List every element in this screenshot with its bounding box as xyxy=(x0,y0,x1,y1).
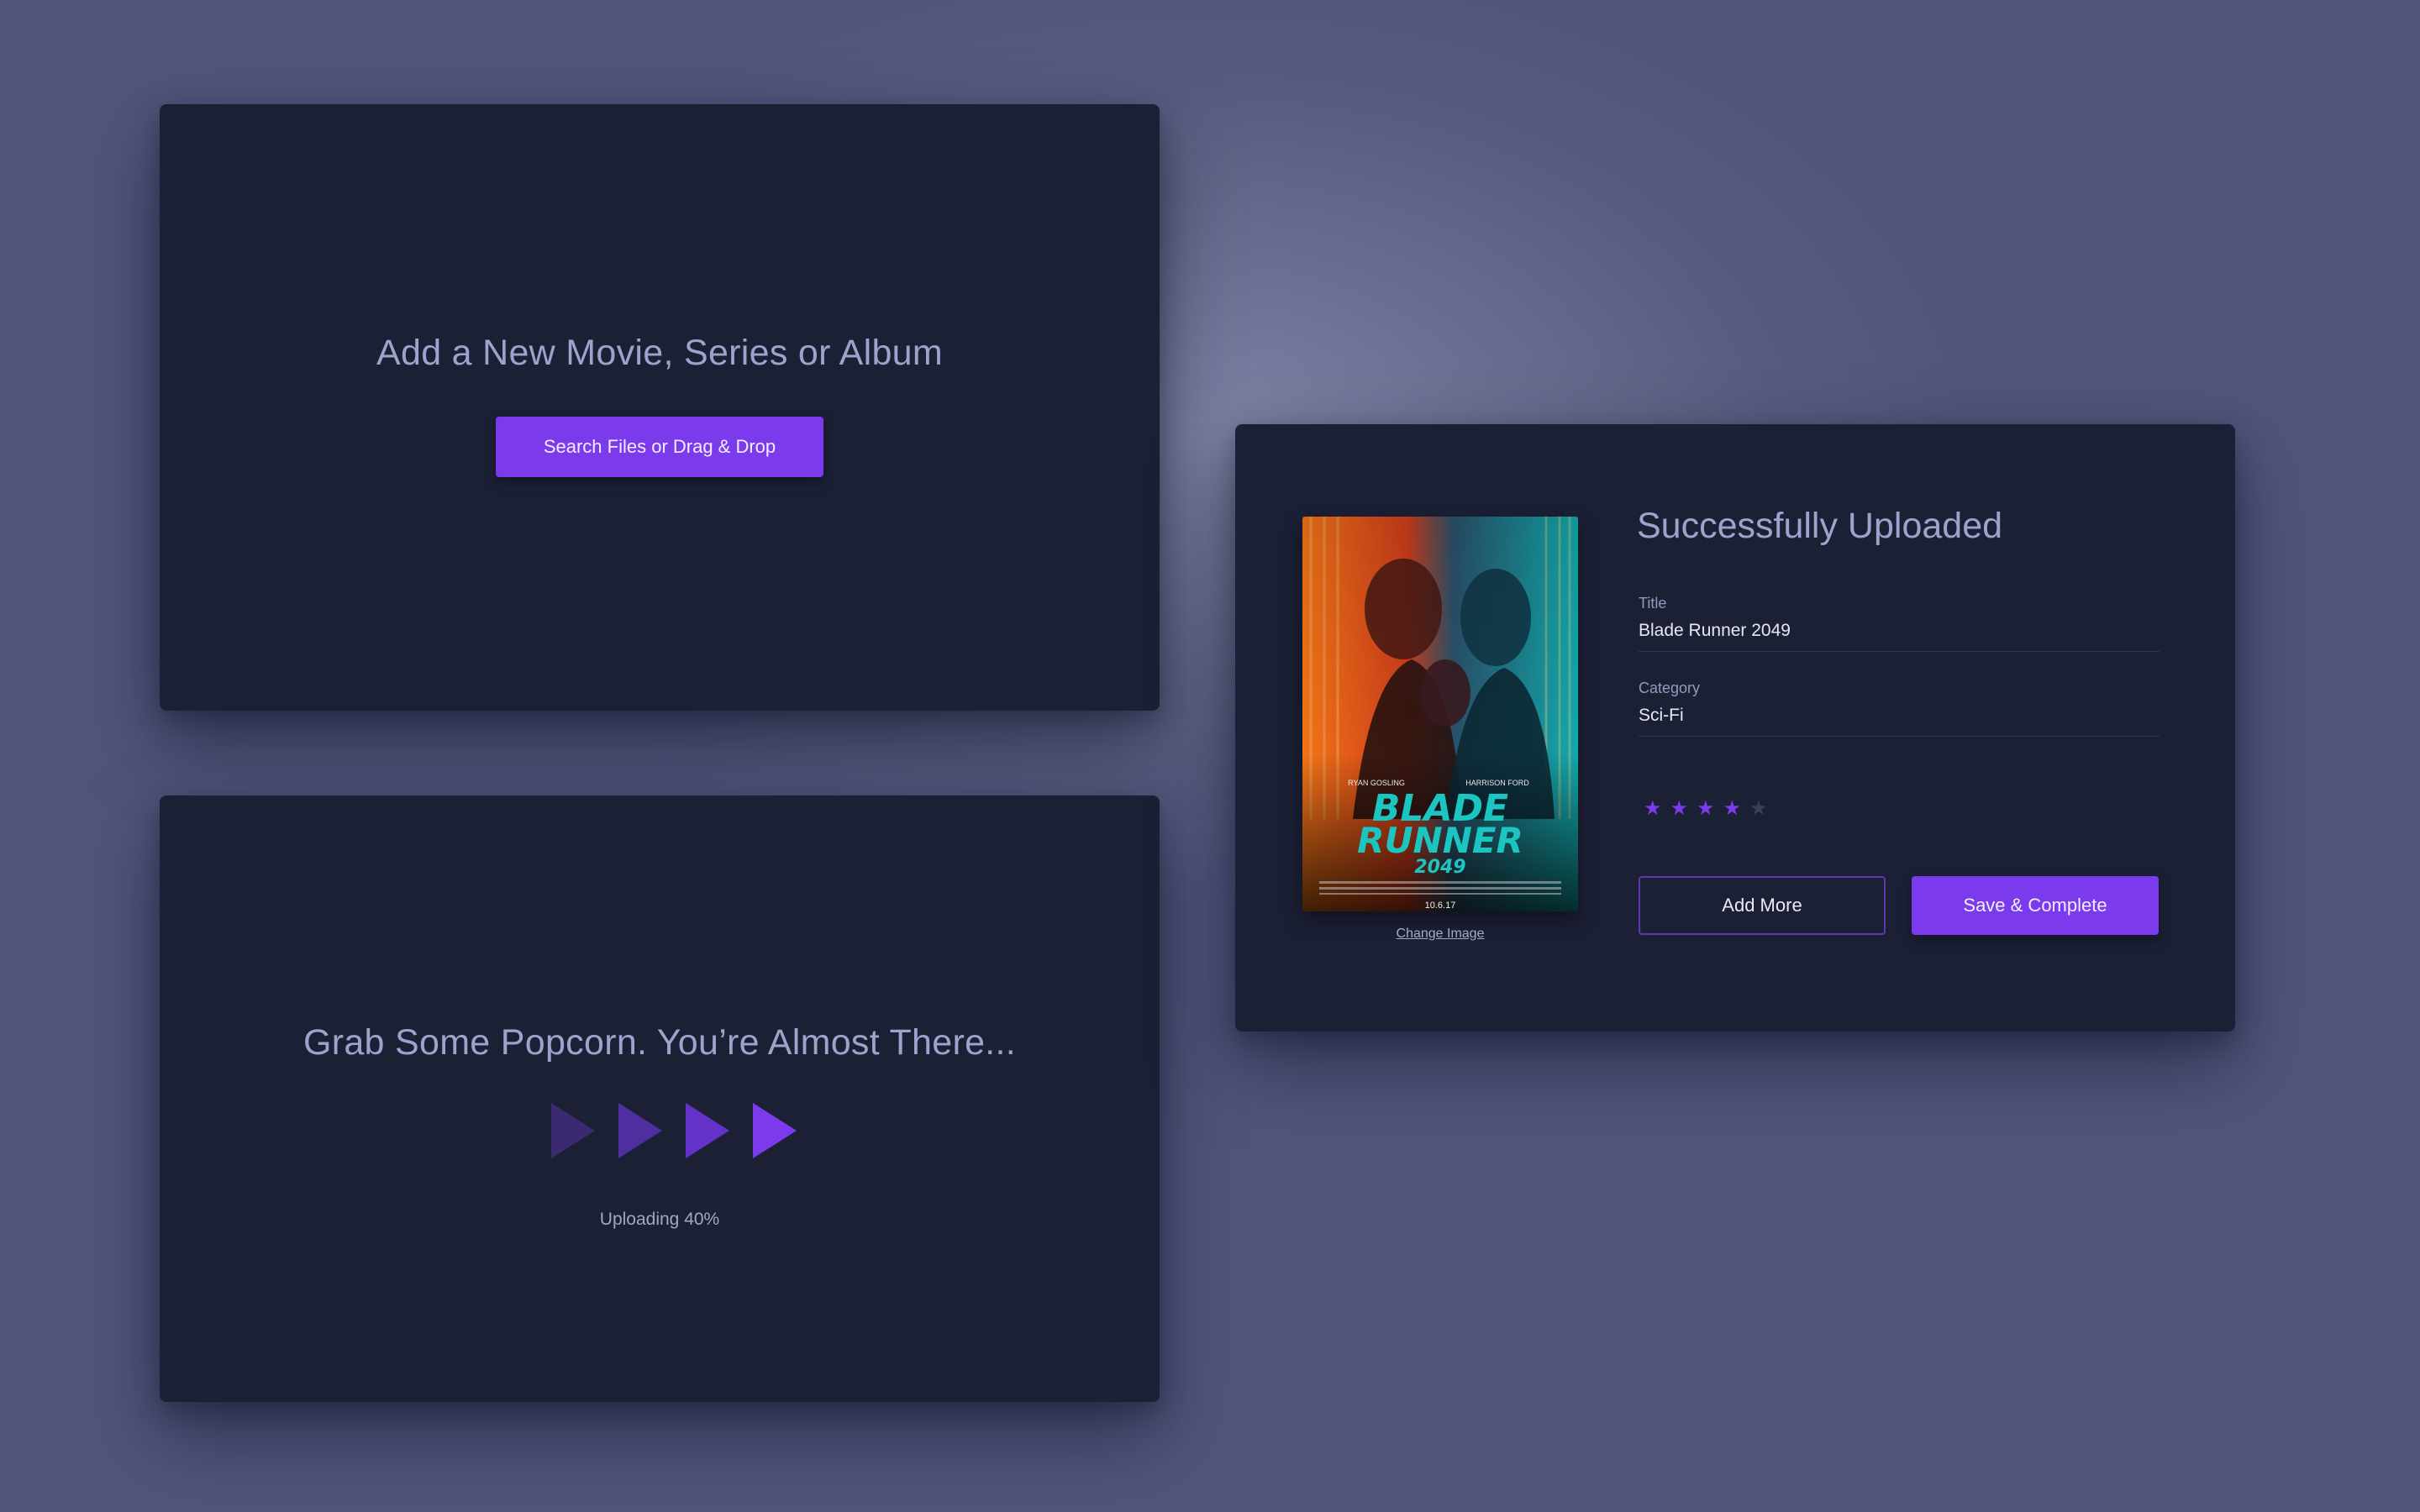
poster-title-3: 2049 xyxy=(1414,857,1465,878)
progress-indicator xyxy=(550,1101,802,1160)
star-icon[interactable]: ★ xyxy=(1697,799,1715,819)
poster-release-date: 10.6.17 xyxy=(1425,900,1456,911)
category-field[interactable]: Category Sci-Fi xyxy=(1639,680,2160,737)
star-icon[interactable]: ★ xyxy=(1749,799,1768,819)
movie-poster: RYAN GOSLING HARRISON FORD BLADE RUNNER … xyxy=(1302,517,1578,911)
title-label: Title xyxy=(1639,595,1667,612)
title-field[interactable]: Title Blade Runner 2049 xyxy=(1639,595,2160,652)
search-files-button[interactable]: Search Files or Drag & Drop xyxy=(496,417,823,477)
poster-credit-right: HARRISON FORD xyxy=(1465,779,1529,787)
progress-card: Grab Some Popcorn. You’re Almost There..… xyxy=(160,795,1160,1402)
poster-credit-left: RYAN GOSLING xyxy=(1348,779,1405,787)
progress-heading: Grab Some Popcorn. You’re Almost There..… xyxy=(302,1022,1017,1063)
star-icon[interactable]: ★ xyxy=(1723,799,1742,819)
title-value[interactable]: Blade Runner 2049 xyxy=(1639,621,2160,651)
category-label: Category xyxy=(1639,680,1701,696)
upload-status: Uploading 40% xyxy=(599,1210,720,1229)
save-complete-button[interactable]: Save & Complete xyxy=(1912,876,2159,935)
star-rating[interactable]: ★ ★ ★ ★ ★ xyxy=(1644,799,1768,819)
upload-heading: Add a New Movie, Series or Album xyxy=(376,333,943,373)
star-icon[interactable]: ★ xyxy=(1670,799,1689,819)
success-card: RYAN GOSLING HARRISON FORD BLADE RUNNER … xyxy=(1235,424,2235,1032)
play-icon xyxy=(686,1103,729,1158)
star-icon[interactable]: ★ xyxy=(1644,799,1662,819)
play-icon xyxy=(551,1103,595,1158)
success-heading: Successfully Uploaded xyxy=(1637,506,2003,546)
category-value[interactable]: Sci-Fi xyxy=(1639,706,2160,736)
add-more-button[interactable]: Add More xyxy=(1639,876,1886,935)
play-icon xyxy=(618,1103,662,1158)
upload-card: Add a New Movie, Series or Album Search … xyxy=(160,104,1160,711)
poster-title-2: RUNNER xyxy=(1357,820,1523,861)
change-image-link[interactable]: Change Image xyxy=(1302,927,1578,942)
play-icon xyxy=(753,1103,797,1158)
